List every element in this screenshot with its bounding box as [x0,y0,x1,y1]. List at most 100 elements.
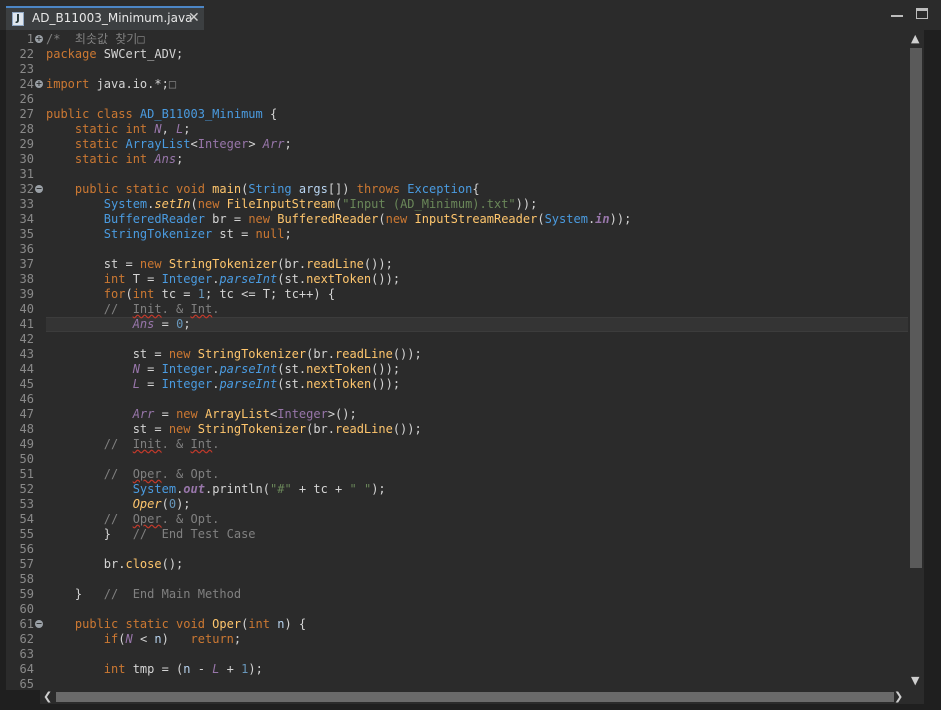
collapse-fold-icon[interactable]: − [35,620,43,628]
code-token: static int [46,122,155,136]
code-token: System [544,212,588,226]
line-number: 51 [19,467,34,481]
code-token: ( [190,197,198,211]
code-token: AD_B11003_Minimum [139,107,263,121]
line-number: 43 [19,347,34,361]
close-icon[interactable]: ✕ [188,10,200,26]
code-token: setIn [154,197,191,211]
code-line: } // End Main Method [46,587,241,602]
scroll-down-icon[interactable]: ▼ [911,674,919,687]
code-token: { [472,182,480,196]
line-number: 44 [19,362,34,376]
code-token: br. [46,557,126,571]
tab-ad-b11003-minimum[interactable]: J AD_B11003_Minimum.java ✕ [6,6,204,30]
code-token: Integer [197,137,249,151]
code-token: BufferedReader [277,212,379,226]
code-token: int [132,287,155,301]
line-number: 56 [19,542,34,556]
code-token: Init [132,437,162,451]
code-token: in [595,212,610,226]
line-number: 37 [19,257,34,271]
code-line: int tmp = (n - L + 1); [46,662,263,677]
code-token: null [255,227,285,241]
code-token: < [190,137,198,151]
code-token: []) [327,182,357,196]
line-number: 1 [26,32,34,46]
horizontal-scrollbar[interactable]: ❮ ❯ [40,690,908,704]
code-line: public static void Oper(int n) { [46,617,306,632]
code-token: . [212,302,220,316]
code-token: .println( [204,482,271,496]
code-token: int [103,662,126,676]
scroll-left-icon[interactable]: ❮ [43,690,52,703]
line-number: 47 [19,407,34,421]
scroll-right-icon[interactable]: ❯ [894,690,903,703]
code-line: if(N < n) return; [46,632,241,647]
line-number: 24 [19,77,34,91]
code-token: . & [161,437,191,451]
code-token: package [46,47,97,61]
line-number: 36 [19,242,34,256]
expand-fold-icon[interactable]: + [35,35,43,43]
line-number: 34 [19,212,34,226]
code-editor[interactable]: 1 +22 23 24 +26 27 28 29 30 31 32−33 34 35 36 37 38 39 40… [6,30,908,690]
line-number: 39 [19,287,34,301]
code-token: , [161,122,177,136]
code-line: static int N, L; [46,122,191,137]
vertical-scroll-thumb[interactable] [910,48,922,568]
code-token: tc = [154,287,198,301]
line-number: 33 [19,197,34,211]
code-line: } // End Test Case [46,527,256,542]
line-number: 55 [19,527,34,541]
line-number: 50 [19,452,34,466]
minimize-icon[interactable] [891,8,903,17]
code-token: StringTokenizer [197,347,307,361]
code-token: readLine [306,257,364,271]
line-number: 26 [19,92,34,106]
code-token: ) [161,632,191,646]
code-token: ; tc <= T; tc++) { [205,287,336,301]
code-token: = [154,317,177,331]
horizontal-scroll-thumb[interactable] [56,692,894,702]
code-token: = [139,362,162,376]
code-line: // Init. & Int. [46,437,220,452]
code-line: // Oper. & Opt. [46,512,220,527]
code-token: static int [46,152,155,166]
code-token: Int [190,437,213,451]
code-token: )); [515,197,538,211]
line-number: 54 [19,512,34,526]
code-token: for [103,287,126,301]
code-token: StringTokenizer [168,257,278,271]
code-token: st = [212,227,256,241]
code-token: n [183,662,191,676]
maximize-icon[interactable] [916,8,928,19]
code-token: args [298,182,328,196]
code-line: st = new StringTokenizer(br.readLine()); [46,347,422,362]
code-line: System.setIn(new FileInputStream("Input … [46,197,538,212]
code-token: InputStreamReader [414,212,538,226]
scroll-up-icon[interactable]: ▲ [911,32,919,45]
code-token: Oper [212,617,242,631]
code-token: new [168,422,198,436]
code-token: int [248,617,270,631]
code-token: ) { [284,617,307,631]
line-number: 53 [19,497,34,511]
code-token: Oper [132,512,162,526]
code-token: ; [183,122,191,136]
code-token: main [212,182,242,196]
code-token: . & Opt. [161,467,220,481]
code-token: String [248,182,292,196]
code-token: int [103,272,126,286]
code-line: Ans = 0; [46,317,191,332]
expand-fold-icon[interactable]: + [35,80,43,88]
code-token: (br. [306,347,336,361]
code-token: L [132,377,140,391]
code-token: public static void [46,617,213,631]
code-token: + tc + [291,482,350,496]
line-number: 41 [19,317,34,331]
code-token: >(); [327,407,357,421]
vertical-scrollbar[interactable]: ▲ ▼ [908,30,924,690]
collapse-fold-icon[interactable]: − [35,185,43,193]
